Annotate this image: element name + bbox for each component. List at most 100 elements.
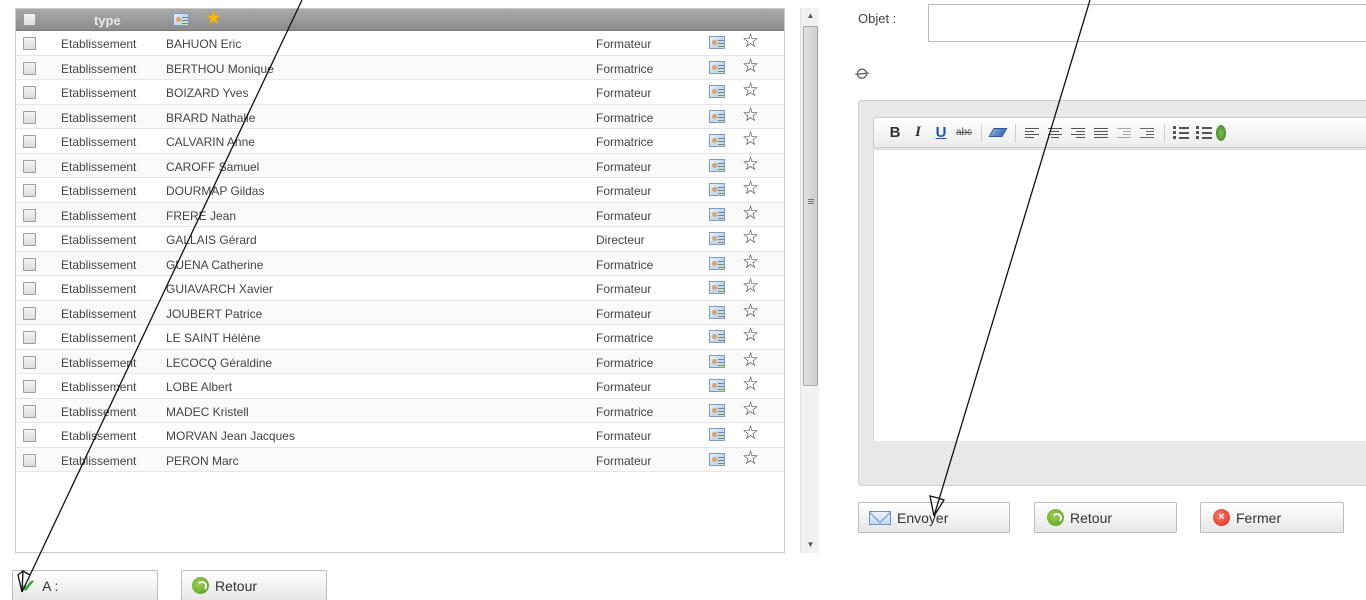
recipient-row[interactable]: Etablissement LECOCQ Géraldine Formatrice ☆ — [16, 349, 784, 374]
contact-card-icon[interactable] — [709, 281, 725, 294]
contact-card-icon[interactable] — [173, 13, 189, 26]
align-center-icon[interactable] — [1044, 123, 1066, 143]
contact-card-icon[interactable] — [709, 354, 725, 368]
contact-card-icon[interactable] — [709, 134, 725, 147]
row-checkbox[interactable] — [23, 61, 36, 75]
indent-icon[interactable] — [1136, 123, 1158, 143]
contact-card-icon[interactable] — [709, 452, 725, 466]
row-checkbox[interactable] — [23, 306, 36, 320]
recipient-row[interactable]: Etablissement BRARD Nathalie Formatrice ☆ — [16, 104, 784, 129]
recipient-row[interactable]: Etablissement BAHUON Eric Formateur ☆ — [16, 31, 784, 56]
star-outline-icon[interactable]: ☆ — [742, 32, 759, 52]
star-outline-icon[interactable]: ☆ — [742, 399, 759, 420]
message-body-area[interactable] — [873, 149, 1366, 441]
row-checkbox[interactable] — [23, 404, 36, 418]
close-button[interactable]: × Fermer — [1200, 502, 1344, 533]
send-button[interactable]: Envoyer — [858, 502, 1010, 533]
star-outline-icon[interactable]: ☆ — [742, 277, 759, 297]
row-checkbox[interactable] — [23, 135, 36, 148]
star-outline-icon[interactable]: ☆ — [742, 301, 759, 322]
star-outline-icon[interactable]: ☆ — [742, 424, 759, 444]
row-checkbox[interactable] — [23, 37, 36, 50]
outdent-icon[interactable] — [1113, 123, 1135, 143]
paperclip-icon[interactable]: ⌀ — [850, 59, 875, 86]
contact-card-icon[interactable] — [709, 428, 725, 441]
contact-card-icon[interactable] — [709, 207, 725, 221]
remove-format-eraser-icon[interactable] — [987, 123, 1009, 143]
bold-button[interactable]: B — [884, 123, 906, 143]
row-checkbox[interactable] — [23, 380, 36, 393]
scroll-up-arrow-icon[interactable]: ▲ — [801, 8, 820, 24]
insert-link-icon[interactable] — [1216, 124, 1226, 142]
contact-card-icon[interactable] — [709, 109, 725, 123]
recipient-row[interactable]: Etablissement MADEC Kristell Formatrice ☆ — [16, 398, 784, 423]
contact-card-icon[interactable] — [709, 305, 725, 319]
align-left-icon[interactable] — [1021, 123, 1043, 143]
type-column-header[interactable]: type — [94, 13, 121, 28]
scroll-down-arrow-icon[interactable]: ▼ — [801, 537, 820, 553]
contact-card-icon[interactable] — [709, 256, 725, 270]
italic-button[interactable]: I — [907, 123, 929, 143]
star-outline-icon[interactable]: ☆ — [742, 56, 759, 77]
contact-card-icon[interactable] — [709, 379, 725, 392]
recipient-row[interactable]: Etablissement GUIAVARCH Xavier Formateur ☆ — [16, 276, 784, 301]
back-button-right[interactable]: Retour — [1034, 502, 1177, 533]
recipient-row[interactable]: Etablissement CALVARIN Anne Formatrice ☆ — [16, 129, 784, 154]
back-button-left[interactable]: Retour — [181, 570, 327, 600]
recipient-row[interactable]: Etablissement LE SAINT Hélène Formatrice ☆ — [16, 325, 784, 350]
recipient-row[interactable]: Etablissement CAROFF Samuel Formateur ☆ — [16, 153, 784, 178]
star-outline-icon[interactable]: ☆ — [742, 252, 759, 273]
recipient-row[interactable]: Etablissement DOURMAP Gildas Formateur ☆ — [16, 178, 784, 203]
bullet-list-icon[interactable] — [1193, 123, 1215, 143]
star-outline-icon[interactable]: ☆ — [742, 81, 759, 101]
strikethrough-button[interactable]: abc — [953, 123, 975, 143]
contact-card-icon[interactable] — [709, 232, 725, 245]
subject-input[interactable] — [928, 4, 1366, 42]
list-scrollbar[interactable]: ▲ ▼ — [800, 8, 819, 553]
row-checkbox[interactable] — [23, 159, 36, 173]
recipient-row[interactable]: Etablissement BERTHOU Monique Formatrice ☆ — [16, 55, 784, 80]
row-checkbox[interactable] — [23, 233, 36, 246]
contact-card-icon[interactable] — [709, 403, 725, 417]
recipient-row[interactable]: Etablissement GUENA Catherine Formatrice ☆ — [16, 251, 784, 276]
contact-card-icon[interactable] — [709, 330, 725, 343]
row-checkbox[interactable] — [23, 184, 36, 197]
row-checkbox[interactable] — [23, 110, 36, 124]
recipient-row[interactable]: Etablissement JOUBERT Patrice Formateur ☆ — [16, 300, 784, 325]
recipient-row[interactable]: Etablissement PERON Marc Formateur ☆ — [16, 447, 784, 472]
contact-card-icon[interactable] — [709, 158, 725, 172]
star-outline-icon[interactable]: ☆ — [742, 154, 759, 175]
to-recipients-button[interactable]: ✔ A : — [12, 570, 158, 600]
star-outline-icon[interactable]: ☆ — [742, 105, 759, 126]
row-checkbox[interactable] — [23, 282, 36, 295]
align-right-icon[interactable] — [1067, 123, 1089, 143]
row-checkbox[interactable] — [23, 331, 36, 344]
star-outline-icon[interactable]: ☆ — [742, 179, 759, 199]
recipient-row[interactable]: Etablissement FRERE Jean Formateur ☆ — [16, 202, 784, 227]
contact-card-icon[interactable] — [709, 36, 725, 49]
row-checkbox[interactable] — [23, 355, 36, 369]
row-checkbox[interactable] — [23, 86, 36, 99]
star-outline-icon[interactable]: ☆ — [742, 228, 759, 248]
contact-card-icon[interactable] — [709, 60, 725, 74]
star-outline-icon[interactable]: ☆ — [742, 375, 759, 395]
row-checkbox[interactable] — [23, 429, 36, 442]
recipient-row[interactable]: Etablissement LOBE Albert Formateur ☆ — [16, 374, 784, 399]
star-outline-icon[interactable]: ☆ — [742, 448, 759, 469]
recipient-row[interactable]: Etablissement GALLAIS Gérard Directeur ☆ — [16, 227, 784, 252]
select-all-checkbox[interactable] — [23, 13, 36, 26]
favorite-star-icon[interactable]: ★ — [205, 9, 222, 29]
row-checkbox[interactable] — [23, 208, 36, 222]
recipient-row[interactable]: Etablissement MORVAN Jean Jacques Formateu… — [16, 423, 784, 448]
star-outline-icon[interactable]: ☆ — [742, 203, 759, 224]
row-checkbox[interactable] — [23, 257, 36, 271]
underline-button[interactable]: U — [930, 123, 952, 143]
recipient-row[interactable]: Etablissement BOIZARD Yves Formateur ☆ — [16, 80, 784, 105]
row-checkbox[interactable] — [23, 453, 36, 467]
contact-card-icon[interactable] — [709, 183, 725, 196]
justify-icon[interactable] — [1090, 123, 1112, 143]
star-outline-icon[interactable]: ☆ — [742, 350, 759, 371]
star-outline-icon[interactable]: ☆ — [742, 326, 759, 346]
ordered-list-icon[interactable] — [1170, 123, 1192, 143]
contact-card-icon[interactable] — [709, 85, 725, 98]
